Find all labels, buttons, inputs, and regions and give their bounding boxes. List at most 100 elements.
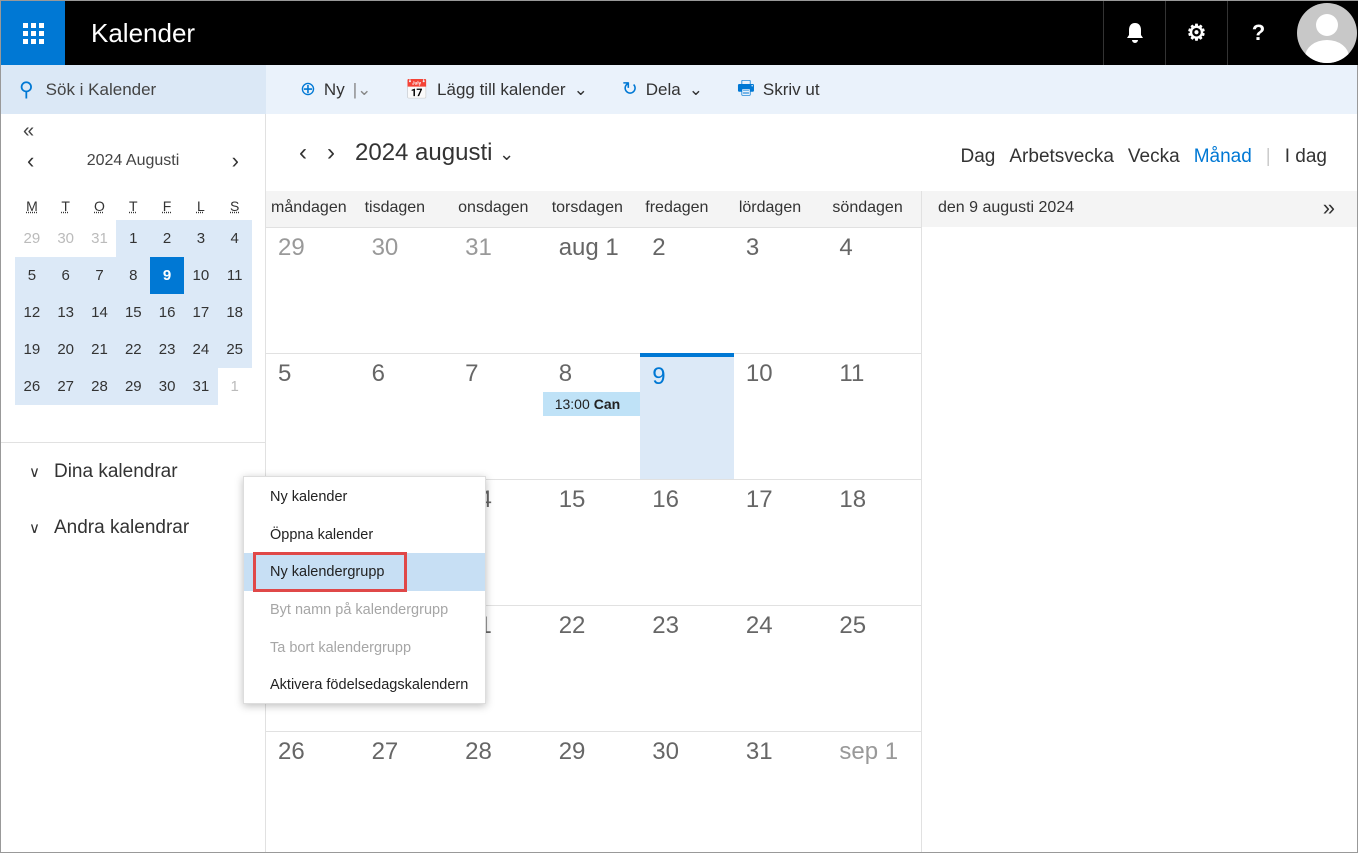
chevron-down-icon: ∨ xyxy=(29,520,40,537)
app-launcher-icon[interactable] xyxy=(1,1,65,65)
day-cell[interactable]: 15 xyxy=(546,479,641,605)
day-cell[interactable]: 31 xyxy=(453,227,547,353)
view-workweek[interactable]: Arbetsvecka xyxy=(1009,146,1114,168)
mini-day[interactable]: 30 xyxy=(49,220,83,257)
mini-day[interactable]: 10 xyxy=(183,257,218,294)
help-icon[interactable]: ? xyxy=(1227,1,1289,65)
mini-day[interactable]: 31 xyxy=(183,368,218,405)
share-button[interactable]: ↻ Dela ⌄ xyxy=(622,78,703,101)
mini-day[interactable]: 11 xyxy=(217,257,252,294)
day-cell[interactable]: 8 13:00 Can xyxy=(542,353,641,479)
mini-day[interactable]: 19 xyxy=(15,331,49,368)
mini-day[interactable]: 15 xyxy=(116,294,151,331)
weekday-label: onsdagen xyxy=(458,199,529,216)
mini-day[interactable]: 17 xyxy=(183,294,218,331)
mini-day[interactable]: 13 xyxy=(48,294,83,331)
mini-day[interactable]: 5 xyxy=(15,257,49,294)
mini-day[interactable]: 31 xyxy=(83,220,117,257)
group-other-calendars[interactable]: ∨ Andra kalendrar xyxy=(29,517,189,539)
mini-weekday: O xyxy=(94,198,105,214)
weekday-label: tisdagen xyxy=(364,199,426,216)
mini-day[interactable]: 29 xyxy=(15,220,49,257)
day-cell[interactable]: 16 xyxy=(640,479,734,605)
mini-day[interactable]: 22 xyxy=(116,331,151,368)
avatar[interactable] xyxy=(1295,1,1358,65)
mini-day[interactable]: 26 xyxy=(15,368,49,405)
mini-day[interactable]: 23 xyxy=(150,331,184,368)
menu-item[interactable]: Aktivera födelsedagskalendern xyxy=(244,666,485,704)
day-cell[interactable]: 7 xyxy=(453,353,547,479)
mini-day[interactable]: 1 xyxy=(116,220,151,257)
mini-day[interactable]: 21 xyxy=(82,331,117,368)
day-cell[interactable]: 17 xyxy=(733,479,828,605)
day-cell[interactable]: 22 xyxy=(546,605,641,731)
view-week[interactable]: Vecka xyxy=(1128,146,1180,168)
mini-day[interactable]: 3 xyxy=(183,220,218,257)
day-cell[interactable]: 25 xyxy=(827,605,921,731)
mini-day[interactable]: 2 xyxy=(150,220,184,257)
mini-day[interactable]: 16 xyxy=(150,294,184,331)
day-cell[interactable]: aug 1 xyxy=(546,227,641,353)
group-your-calendars[interactable]: ∨ Dina kalendrar xyxy=(29,461,178,483)
mini-next-button[interactable]: › xyxy=(232,148,239,174)
today-button[interactable]: I dag xyxy=(1285,146,1327,168)
new-button[interactable]: ⊕ Ny |⌄ xyxy=(300,78,371,101)
day-cell[interactable]: 24 xyxy=(733,605,828,731)
day-cell[interactable]: 27 xyxy=(359,731,454,857)
mini-day[interactable]: 8 xyxy=(116,257,151,294)
day-cell[interactable]: 4 xyxy=(827,227,921,353)
next-month-button[interactable]: › xyxy=(327,139,335,167)
day-cell[interactable]: 28 xyxy=(453,731,547,857)
day-cell[interactable]: 2 xyxy=(640,227,734,353)
gear-icon[interactable]: ⚙ xyxy=(1165,1,1227,65)
day-cell[interactable]: 30 xyxy=(359,227,454,353)
search-input[interactable]: ⚲ Sök i Kalender xyxy=(1,65,266,114)
menu-item[interactable]: Ny kalendergrupp xyxy=(244,552,485,593)
mini-day[interactable]: 28 xyxy=(82,368,117,405)
day-cell[interactable]: 23 xyxy=(640,605,734,731)
mini-day[interactable]: 29 xyxy=(116,368,151,405)
mini-day[interactable]: 27 xyxy=(48,368,83,405)
day-cell[interactable]: 18 xyxy=(827,479,921,605)
search-icon: ⚲ xyxy=(19,79,34,101)
day-cell[interactable]: 10 xyxy=(733,353,828,479)
prev-month-button[interactable]: ‹ xyxy=(299,139,307,167)
mini-day[interactable]: 30 xyxy=(150,368,184,405)
day-cell[interactable]: 9 xyxy=(640,353,734,479)
day-cell[interactable]: 6 xyxy=(359,353,454,479)
day-cell[interactable]: 11 xyxy=(827,353,921,479)
mini-day[interactable]: 6 xyxy=(48,257,83,294)
mini-day[interactable]: 9 xyxy=(150,257,184,294)
mini-day[interactable]: 18 xyxy=(217,294,252,331)
day-cell[interactable]: 26 xyxy=(266,731,360,857)
bell-icon[interactable] xyxy=(1103,1,1165,65)
day-cell[interactable]: 3 xyxy=(733,227,828,353)
view-month[interactable]: Månad xyxy=(1194,146,1252,168)
day-cell[interactable]: 5 xyxy=(266,353,360,479)
mini-day[interactable]: 24 xyxy=(183,331,218,368)
mini-day[interactable]: 14 xyxy=(82,294,117,331)
collapse-sidebar-button[interactable]: « xyxy=(23,120,34,143)
day-number: 25 xyxy=(839,612,867,639)
weekday-label: söndagen xyxy=(832,199,903,216)
mini-day[interactable]: 7 xyxy=(82,257,117,294)
month-title[interactable]: 2024 augusti ⌄ xyxy=(355,139,514,167)
menu-item[interactable]: Ny kalender xyxy=(244,478,485,516)
mini-day[interactable]: 4 xyxy=(217,220,252,257)
add-calendar-button[interactable]: 📅 Lägg till kalender ⌄ xyxy=(405,78,587,102)
mini-day[interactable]: 1 xyxy=(218,368,252,405)
menu-item[interactable]: Öppna kalender xyxy=(244,516,485,554)
mini-day[interactable]: 20 xyxy=(48,331,83,368)
mini-day[interactable]: 25 xyxy=(217,331,252,368)
view-day[interactable]: Dag xyxy=(961,146,996,168)
day-cell[interactable]: 30 xyxy=(640,731,734,857)
mini-day[interactable]: 12 xyxy=(15,294,49,331)
day-cell[interactable]: 29 xyxy=(266,227,360,353)
expand-icon[interactable]: » xyxy=(1323,195,1335,221)
day-cell[interactable]: 29 xyxy=(546,731,641,857)
event[interactable]: 13:00 Can xyxy=(542,392,641,416)
day-cell[interactable]: sep 1 xyxy=(827,731,921,857)
day-cell[interactable]: 31 xyxy=(733,731,828,857)
mini-prev-button[interactable]: ‹ xyxy=(27,148,34,174)
print-button[interactable]: 🖶 Skriv ut xyxy=(737,74,820,106)
